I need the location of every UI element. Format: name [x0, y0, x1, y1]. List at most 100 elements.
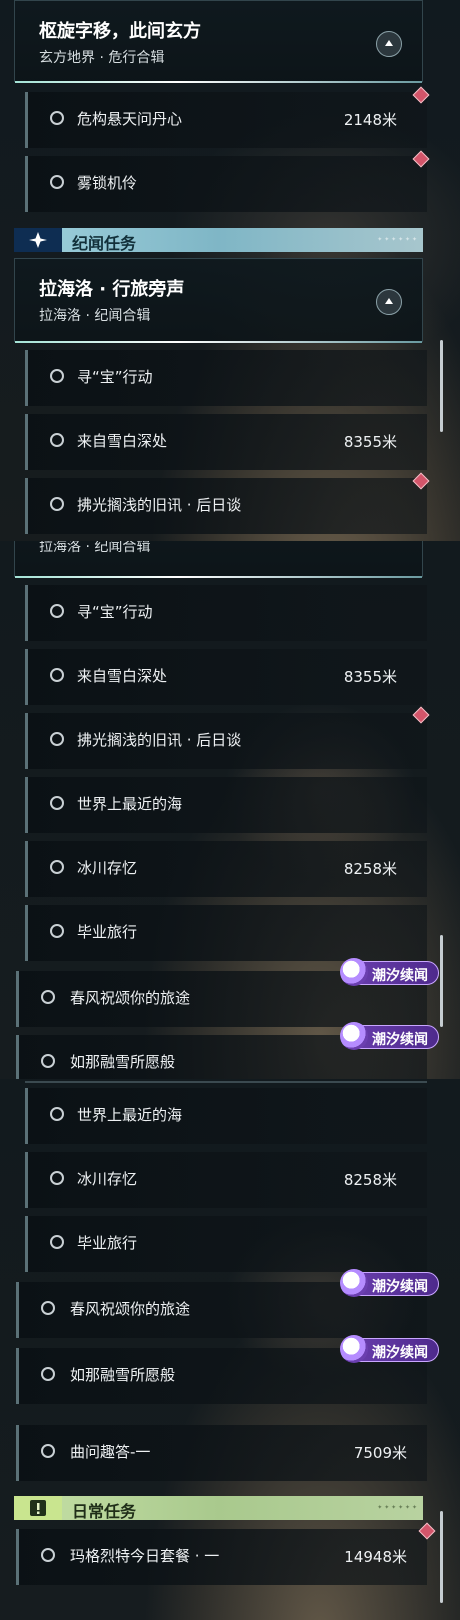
circle-outline-icon	[50, 369, 64, 383]
circle-outline-icon	[50, 860, 64, 874]
quest-row[interactable]: 来自雪白深处 8355米	[25, 649, 427, 705]
circle-outline-icon	[50, 796, 64, 810]
quest-row[interactable]: 寻“宝”行动	[25, 585, 427, 641]
quest-name: 曲问趣答-一	[70, 1443, 151, 1461]
quest-group-subtitle: 拉海洛 · 纪闻合辑	[39, 541, 151, 555]
circle-outline-icon	[50, 732, 64, 746]
quest-row[interactable]: 拂光搁浅的旧讯 · 后日谈	[25, 713, 427, 769]
section-bar-story[interactable]: 纪闻任务 ✦ ✦ ✦ ✦ ✦ ✦	[14, 228, 423, 253]
quest-name: 世界上最近的海	[77, 1106, 183, 1124]
circle-outline-icon	[50, 433, 64, 447]
badge-label: 潮汐续闻	[372, 1032, 428, 1048]
quest-group-subtitle: 拉海洛 · 纪闻合辑	[39, 308, 151, 324]
section-bar-daily[interactable]: 日常任务 ✦ ✦ ✦ ✦ ✦ ✦	[14, 1496, 423, 1521]
circle-outline-icon	[41, 1548, 55, 1562]
quest-distance: 8258米	[343, 1171, 397, 1189]
circle-outline-icon	[50, 1171, 64, 1185]
circle-outline-icon	[41, 1301, 55, 1315]
quest-group-title: 拉海洛 · 行旅旁声	[39, 279, 185, 300]
quest-name: 寻“宝”行动	[77, 603, 153, 621]
scrollbar[interactable]	[440, 340, 443, 432]
quest-name: 来自雪白深处	[77, 667, 168, 685]
quest-row[interactable]: 雾锁机伶	[25, 156, 427, 212]
exclamation-icon	[14, 1496, 62, 1520]
circle-outline-icon	[41, 990, 55, 1004]
badge-label: 潮汐续闻	[372, 1345, 428, 1361]
quest-distance: 8355米	[343, 668, 397, 686]
circle-outline-icon	[41, 1444, 55, 1458]
tide-badge: 潮汐续闻	[340, 1022, 439, 1050]
circle-outline-icon	[41, 1054, 55, 1068]
quest-distance: 8258米	[343, 860, 397, 878]
circle-outline-icon	[50, 1235, 64, 1249]
quest-row[interactable]: 世界上最近的海	[25, 1088, 427, 1144]
quest-row[interactable]: 来自雪白深处 8355米	[25, 414, 427, 470]
tide-badge: 潮汐续闻	[340, 1335, 439, 1363]
circle-outline-icon	[50, 497, 64, 511]
badge-label: 潮汐续闻	[372, 968, 428, 984]
quest-name: 拂光搁浅的旧讯 · 后日谈	[77, 496, 242, 514]
quest-row[interactable]: 危构悬天问丹心 2148米	[25, 92, 427, 148]
scrollbar[interactable]	[440, 935, 443, 1027]
panel-1: 枢旋字移，此间玄方 玄方地界 · 危行合辑 危构悬天问丹心 2148米 雾锁机伶…	[0, 0, 460, 541]
scrollbar[interactable]	[440, 1511, 443, 1603]
quest-name: 冰川存忆	[77, 1170, 138, 1188]
quest-group-header-lahailuo[interactable]: 拉海洛 · 纪闻合辑	[14, 541, 423, 578]
chevron-up-icon[interactable]	[376, 31, 402, 57]
section-decoration: ✦ ✦ ✦ ✦ ✦ ✦	[377, 1504, 417, 1511]
tide-badge: 潮汐续闻	[340, 1269, 439, 1297]
circle-outline-icon	[50, 668, 64, 682]
quest-name: 寻“宝”行动	[77, 368, 153, 386]
panel-3: 世界上最近的海 冰川存忆 8258米 毕业旅行 春风祝颂你的旅途 潮汐续闻 如那…	[0, 1079, 460, 1620]
quest-row[interactable]: 寻“宝”行动	[25, 350, 427, 406]
quest-group-title: 枢旋字移，此间玄方	[39, 21, 201, 42]
quest-group-header-xuanfang[interactable]: 枢旋字移，此间玄方 玄方地界 · 危行合辑	[14, 0, 423, 83]
badge-label: 潮汐续闻	[372, 1279, 428, 1295]
sparkle-icon	[14, 228, 62, 252]
quest-group-header-lahailuo[interactable]: 拉海洛 · 行旅旁声 拉海洛 · 纪闻合辑	[14, 258, 423, 343]
quest-name: 危构悬天问丹心	[77, 110, 183, 128]
quest-row[interactable]: 冰川存忆 8258米	[25, 1152, 427, 1208]
section-title: 日常任务	[72, 1502, 137, 1521]
quest-row[interactable]: 毕业旅行	[25, 1216, 427, 1272]
quest-row[interactable]: 毕业旅行	[25, 905, 427, 961]
circle-outline-icon	[50, 924, 64, 938]
quest-name: 来自雪白深处	[77, 432, 168, 450]
circle-outline-icon	[50, 175, 64, 189]
tide-swirl-icon	[340, 1269, 368, 1297]
quest-distance: 8355米	[343, 433, 397, 451]
tide-badge: 潮汐续闻	[340, 958, 439, 986]
quest-name: 春风祝颂你的旅途	[70, 1300, 191, 1318]
section-decoration: ✦ ✦ ✦ ✦ ✦ ✦	[377, 236, 417, 243]
circle-outline-icon	[50, 604, 64, 618]
section-title: 纪闻任务	[72, 234, 137, 253]
quest-distance: 2148米	[343, 111, 397, 129]
circle-outline-icon	[50, 1107, 64, 1121]
quest-row[interactable]	[25, 1081, 427, 1083]
quest-name: 冰川存忆	[77, 859, 138, 877]
quest-name: 如那融雪所愿般	[70, 1053, 176, 1071]
quest-row[interactable]: 玛格烈特今日套餐 · 一 14948米	[16, 1529, 427, 1585]
quest-name: 拂光搁浅的旧讯 · 后日谈	[77, 731, 242, 749]
tide-swirl-icon	[340, 1022, 368, 1050]
chevron-up-icon[interactable]	[376, 289, 402, 315]
quest-name: 如那融雪所愿般	[70, 1366, 176, 1384]
quest-name: 毕业旅行	[77, 1234, 138, 1252]
quest-row[interactable]: 拂光搁浅的旧讯 · 后日谈	[25, 478, 427, 534]
circle-outline-icon	[50, 111, 64, 125]
quest-name: 雾锁机伶	[77, 174, 138, 192]
panel-2: 拉海洛 · 纪闻合辑 寻“宝”行动 来自雪白深处 8355米 拂光搁浅的旧讯 ·…	[0, 541, 460, 1079]
circle-outline-icon	[41, 1367, 55, 1381]
quest-row[interactable]: 世界上最近的海	[25, 777, 427, 833]
quest-distance: 14948米	[344, 1548, 407, 1566]
quest-name: 毕业旅行	[77, 923, 138, 941]
quest-distance: 7509米	[353, 1444, 407, 1462]
quest-row[interactable]: 冰川存忆 8258米	[25, 841, 427, 897]
tide-swirl-icon	[340, 1335, 368, 1363]
quest-row[interactable]: 曲问趣答-一 7509米	[16, 1425, 427, 1481]
quest-name: 世界上最近的海	[77, 795, 183, 813]
quest-group-subtitle: 玄方地界 · 危行合辑	[39, 50, 165, 66]
quest-name: 玛格烈特今日套餐 · 一	[70, 1547, 220, 1565]
quest-name: 春风祝颂你的旅途	[70, 989, 191, 1007]
tide-swirl-icon	[340, 958, 368, 986]
